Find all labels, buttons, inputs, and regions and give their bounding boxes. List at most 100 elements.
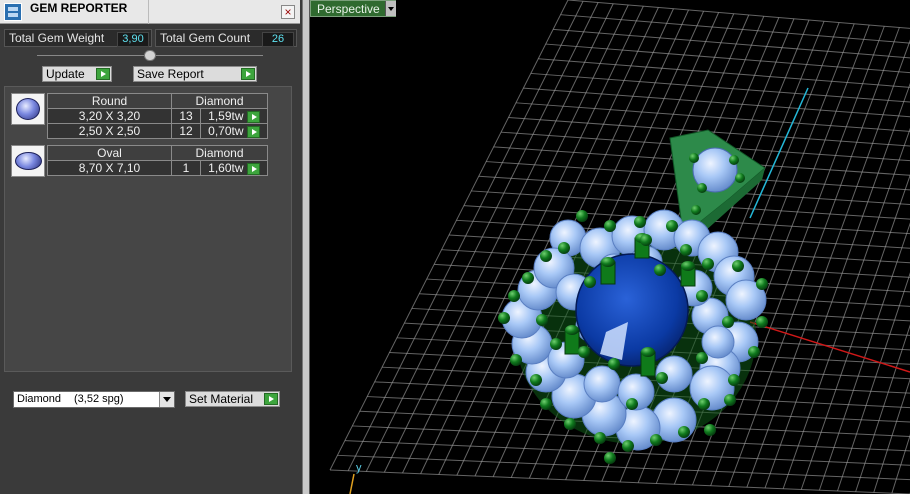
- gem-weight-cell: 1,59tw: [200, 108, 268, 124]
- panel-title: GEM REPORTER: [30, 1, 128, 15]
- title-bar: GEM REPORTER ×: [0, 0, 300, 24]
- gem-weight-cell: 0,70tw: [200, 123, 268, 139]
- total-gem-weight-value: 3,90: [117, 32, 149, 47]
- gem-weight-value: 1,60tw: [208, 161, 244, 175]
- halo-gem: [583, 365, 621, 403]
- grid-line: [764, 82, 910, 489]
- prong: [678, 426, 690, 438]
- prong: [508, 290, 520, 302]
- close-icon[interactable]: ×: [281, 5, 295, 19]
- grid-line: [855, 324, 910, 492]
- prong: [626, 398, 638, 410]
- prong: [576, 210, 588, 222]
- prong: [724, 394, 736, 406]
- gem-count-cell: 12: [171, 123, 201, 139]
- prong: [522, 272, 534, 284]
- save-report-button-label: Save Report: [137, 67, 204, 81]
- prong: [680, 244, 692, 256]
- green-arrow-icon[interactable]: [246, 162, 260, 175]
- title-divider: [148, 0, 149, 24]
- chevron-down-icon[interactable]: [385, 1, 396, 16]
- prong: [666, 220, 678, 232]
- total-gem-weight-label: Total Gem Weight: [9, 31, 105, 45]
- prong-top: [601, 257, 615, 267]
- round-gem-icon[interactable]: [11, 93, 45, 125]
- set-material-button-label: Set Material: [189, 392, 254, 406]
- prong: [696, 290, 708, 302]
- grid-line: [837, 272, 910, 492]
- green-arrow-icon[interactable]: [246, 125, 260, 138]
- prong: [640, 234, 652, 246]
- prong: [540, 250, 552, 262]
- gem-weight-cell: 1,60tw: [200, 160, 268, 176]
- update-button-label: Update: [46, 67, 85, 81]
- halo-gem: [701, 325, 735, 359]
- green-arrow-icon[interactable]: [246, 110, 260, 123]
- prong: [604, 452, 616, 464]
- panel-splitter[interactable]: [302, 0, 310, 494]
- slider-handle[interactable]: [144, 50, 156, 61]
- 3d-viewport[interactable]: Perspective y: [310, 0, 910, 494]
- prong: [594, 432, 606, 444]
- prong: [550, 338, 562, 350]
- oval-gem-icon[interactable]: [11, 145, 45, 177]
- prong: [622, 440, 634, 452]
- view-selector[interactable]: Perspective: [310, 0, 396, 17]
- gem-material-cell: Diamond: [171, 93, 268, 109]
- green-arrow-icon: [264, 393, 278, 405]
- gem-list: Round Diamond 3,20 X 3,20 13 1,59tw 2,50…: [4, 86, 292, 372]
- prong: [608, 358, 620, 370]
- table-row: 8,70 X 7,10 1 1,60tw: [47, 160, 268, 176]
- round-gem-table: Round Diamond 3,20 X 3,20 13 1,59tw 2,50…: [47, 93, 268, 139]
- grid-line: [523, 87, 910, 118]
- prong-top: [681, 261, 695, 271]
- prong: [584, 276, 596, 288]
- material-select[interactable]: Diamond (3,52 spg): [13, 391, 175, 408]
- prong: [732, 260, 744, 272]
- prong: [697, 183, 707, 193]
- save-report-button[interactable]: Save Report: [133, 66, 257, 82]
- prong: [704, 424, 716, 436]
- gem-reporter-app-icon: [4, 3, 22, 21]
- prong: [510, 354, 522, 366]
- grid-line: [567, 0, 910, 29]
- prong: [604, 220, 616, 232]
- prong: [634, 216, 646, 228]
- set-material-button[interactable]: Set Material: [185, 391, 280, 407]
- prong: [654, 264, 666, 276]
- prong: [728, 374, 740, 386]
- prong: [689, 153, 699, 163]
- gem-shape-cell: Round: [47, 93, 172, 109]
- 3d-scene: [329, 0, 910, 494]
- chevron-down-icon[interactable]: [159, 392, 174, 407]
- grid-line: [530, 72, 910, 103]
- total-gem-count-box: Total Gem Count 26: [155, 29, 297, 47]
- update-button[interactable]: Update: [42, 66, 112, 82]
- grid-line: [891, 434, 910, 494]
- prong: [656, 372, 668, 384]
- gem-size-cell: 2,50 X 2,50: [47, 123, 172, 139]
- prong: [735, 173, 745, 183]
- gem-count-cell: 13: [171, 108, 201, 124]
- grid-line: [329, 469, 910, 494]
- gem-material-cell: Diamond: [171, 145, 268, 161]
- prong-top: [641, 347, 655, 357]
- prong: [530, 374, 542, 386]
- green-arrow-icon: [96, 68, 110, 80]
- gem-shape-cell: Oval: [47, 145, 172, 161]
- table-row: 2,50 X 2,50 12 0,70tw: [47, 123, 268, 139]
- axis-origin-marker: [349, 473, 355, 494]
- prong: [650, 434, 662, 446]
- material-select-spg: (3,52 spg): [74, 393, 124, 405]
- gem-weight-value: 1,59tw: [208, 109, 244, 123]
- view-name: Perspective: [317, 2, 380, 16]
- table-row: Oval Diamond: [47, 145, 268, 161]
- prong: [748, 346, 760, 358]
- gem-size-cell: 3,20 X 3,20: [47, 108, 172, 124]
- prong: [578, 346, 590, 358]
- prong: [498, 312, 510, 324]
- prong: [540, 398, 552, 410]
- prong-top: [565, 325, 579, 335]
- prong: [722, 316, 734, 328]
- table-row: Round Diamond: [47, 93, 268, 109]
